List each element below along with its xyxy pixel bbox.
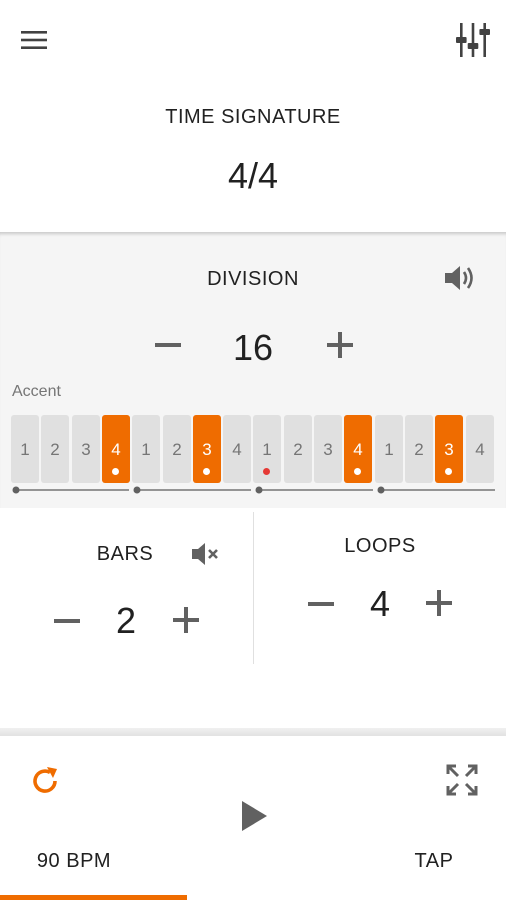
division-sound-button[interactable] bbox=[440, 258, 482, 298]
volume-off-icon bbox=[192, 543, 218, 565]
division-value: 16 bbox=[232, 327, 274, 368]
accent-cell[interactable]: 1 bbox=[375, 415, 403, 483]
bars-title: BARS bbox=[96, 543, 154, 565]
bottom-section-divider bbox=[0, 728, 506, 736]
division-title: DIVISION bbox=[207, 268, 299, 290]
minus-icon bbox=[308, 602, 334, 606]
current-beat-indicator-dot bbox=[263, 468, 270, 475]
loops-increase-button[interactable] bbox=[418, 584, 460, 622]
accent-cell-label: 4 bbox=[232, 440, 242, 459]
accent-cell[interactable]: 3 bbox=[72, 415, 100, 483]
accent-cell[interactable]: 1 bbox=[132, 415, 160, 483]
tap-tempo-button[interactable]: TAP bbox=[396, 850, 472, 873]
mixer-settings-button[interactable] bbox=[448, 18, 498, 62]
bpm-button[interactable]: 90 BPM bbox=[18, 850, 130, 873]
accent-cell[interactable]: 2 bbox=[405, 415, 433, 483]
accent-marker-dot bbox=[445, 468, 452, 475]
tab-indicator-bar bbox=[0, 895, 187, 900]
time-signature-title: TIME SIGNATURE bbox=[165, 106, 341, 128]
plus-icon bbox=[426, 590, 452, 616]
bars-value: 2 bbox=[115, 600, 137, 641]
accent-cell-label: 4 bbox=[353, 440, 363, 459]
plus-icon bbox=[327, 332, 353, 358]
division-decrease-button[interactable] bbox=[146, 325, 190, 365]
accent-cell-label: 4 bbox=[475, 440, 485, 459]
accent-cell-label: 1 bbox=[141, 440, 151, 459]
bar-grouping-lines bbox=[12, 486, 495, 494]
bars-decrease-button[interactable] bbox=[46, 603, 88, 639]
time-signature-value[interactable]: 4/4 bbox=[0, 155, 506, 197]
play-button[interactable] bbox=[230, 792, 278, 840]
accent-cell-label: 1 bbox=[262, 440, 272, 459]
bars-loops-divider bbox=[253, 512, 254, 664]
play-icon bbox=[242, 801, 267, 831]
loops-decrease-button[interactable] bbox=[300, 586, 342, 622]
accent-cell[interactable]: 3 bbox=[435, 415, 463, 483]
equalizer-sliders-icon bbox=[456, 23, 490, 57]
accent-marker-dot bbox=[203, 468, 210, 475]
accent-cell[interactable]: 4 bbox=[344, 415, 372, 483]
plus-icon bbox=[173, 607, 199, 633]
accent-cell-label: 2 bbox=[50, 440, 60, 459]
accent-cell-label: 2 bbox=[293, 440, 303, 459]
bars-mute-button[interactable] bbox=[186, 536, 226, 572]
accent-cell-label: 1 bbox=[384, 440, 394, 459]
accent-cell-label: 2 bbox=[172, 440, 182, 459]
loops-title: LOOPS bbox=[344, 535, 416, 557]
accent-cell[interactable]: 2 bbox=[41, 415, 69, 483]
accent-cell-label: 3 bbox=[81, 440, 91, 459]
accent-cell[interactable]: 3 bbox=[193, 415, 221, 483]
minus-icon bbox=[155, 343, 181, 347]
repeat-button[interactable] bbox=[22, 758, 68, 804]
accent-cell[interactable]: 2 bbox=[163, 415, 191, 483]
loops-value: 4 bbox=[369, 583, 391, 624]
accent-marker-dot bbox=[112, 468, 119, 475]
minus-icon bbox=[54, 619, 80, 623]
accent-cell[interactable]: 4 bbox=[102, 415, 130, 483]
repeat-icon bbox=[33, 767, 57, 793]
accent-cell-label: 3 bbox=[323, 440, 333, 459]
accent-grid: 1 2 3 4 1 2 3 4 1 2 3 4 1 2 3 4 bbox=[11, 415, 497, 483]
accent-cell[interactable]: 2 bbox=[284, 415, 312, 483]
accent-cell-label: 3 bbox=[444, 440, 454, 459]
accent-cell[interactable]: 4 bbox=[223, 415, 251, 483]
accent-cell-label: 2 bbox=[414, 440, 424, 459]
accent-cell-label: 3 bbox=[202, 440, 212, 459]
hamburger-menu-icon bbox=[21, 31, 47, 49]
accent-cell-label: 4 bbox=[111, 440, 121, 459]
fullscreen-button[interactable] bbox=[438, 758, 486, 802]
accent-cell[interactable]: 1 bbox=[253, 415, 281, 483]
accent-label: Accent bbox=[12, 383, 61, 400]
menu-button[interactable] bbox=[14, 22, 54, 58]
accent-cell[interactable]: 1 bbox=[11, 415, 39, 483]
accent-marker-dot bbox=[354, 468, 361, 475]
volume-up-icon bbox=[445, 266, 473, 290]
division-increase-button[interactable] bbox=[318, 325, 362, 365]
accent-cell[interactable]: 4 bbox=[466, 415, 494, 483]
fullscreen-icon bbox=[446, 764, 478, 796]
accent-cell-label: 1 bbox=[20, 440, 30, 459]
accent-cell[interactable]: 3 bbox=[314, 415, 342, 483]
bars-increase-button[interactable] bbox=[165, 601, 207, 639]
